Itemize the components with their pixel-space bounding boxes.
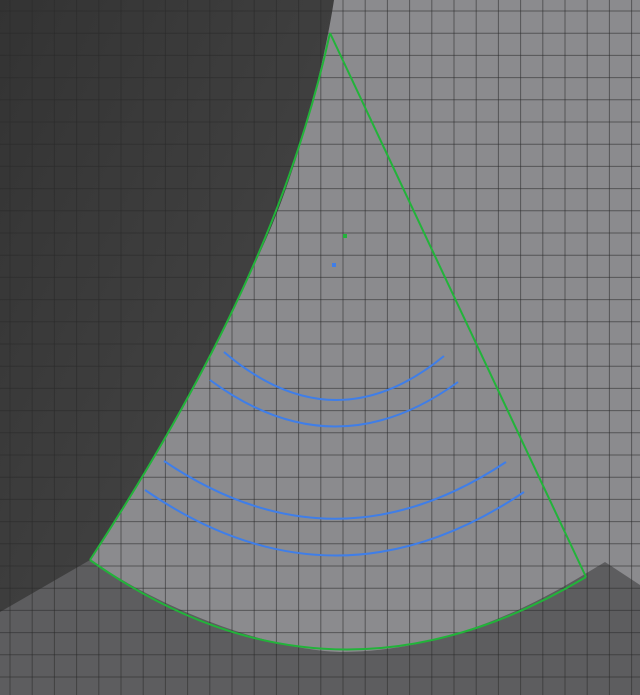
scene-svg[interactable]	[0, 0, 640, 695]
canvas-viewport[interactable]	[0, 0, 640, 695]
pivot-point[interactable]	[343, 234, 347, 238]
center-point[interactable]	[332, 263, 336, 267]
